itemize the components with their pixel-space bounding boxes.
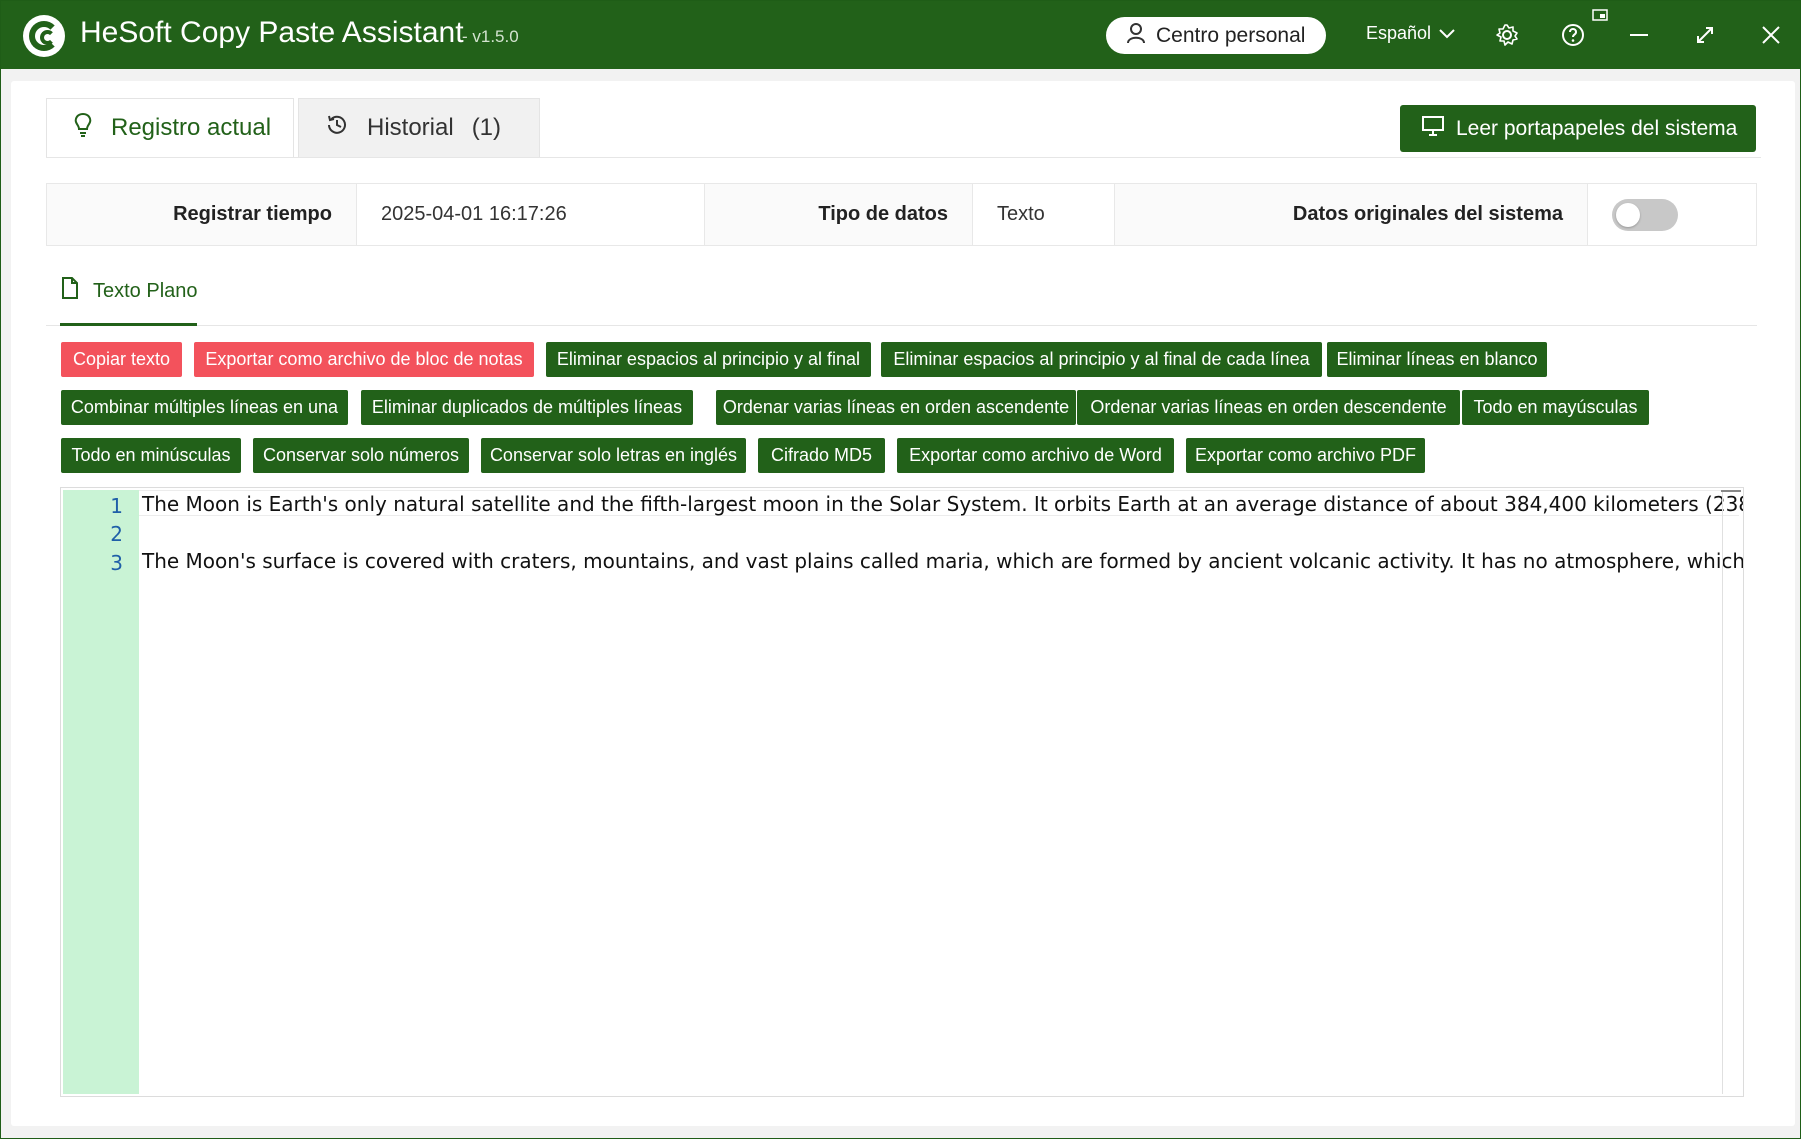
line-number: 3 <box>110 551 123 575</box>
main-panel: Registro actual Historial (1) Leer porta… <box>11 81 1795 1126</box>
close-icon[interactable] <box>1757 21 1785 49</box>
lightbulb-icon <box>73 112 93 145</box>
raw-data-cell <box>1588 184 1756 245</box>
trim-each-line-button[interactable]: Eliminar espacios al principio y al fina… <box>881 342 1322 377</box>
maximize-icon[interactable] <box>1691 21 1719 49</box>
md5-button[interactable]: Cifrado MD5 <box>758 438 885 473</box>
history-clock-icon <box>325 113 349 144</box>
app-title: HeSoft Copy Paste Assistant <box>80 16 464 49</box>
gear-icon[interactable] <box>1493 21 1521 49</box>
line-number-gutter: 1 2 3 <box>63 490 139 1094</box>
language-select[interactable]: Español <box>1366 23 1455 44</box>
app-version: - v1.5.0 <box>462 27 519 46</box>
export-pdf-button[interactable]: Exportar como archivo PDF <box>1186 438 1425 473</box>
uppercase-button[interactable]: Todo en mayúsculas <box>1462 390 1649 425</box>
tab-history-count: (1) <box>471 114 502 141</box>
text-editor[interactable]: 1 2 3 The Moon is Earth's only natural s… <box>60 487 1744 1097</box>
record-info-table: Registrar tiempo 2025-04-01 16:17:26 Tip… <box>46 183 1757 246</box>
app-logo-icon <box>23 15 65 57</box>
vertical-scrollbar[interactable] <box>1722 490 1723 1094</box>
line-number: 2 <box>110 522 123 546</box>
help-icon[interactable] <box>1559 21 1587 49</box>
export-word-button[interactable]: Exportar como archivo de Word <box>897 438 1174 473</box>
monitor-icon <box>1422 115 1444 142</box>
tab-history[interactable]: Historial (1) <box>298 98 540 158</box>
tab-current-record-label: Registro actual <box>111 114 272 141</box>
title-bar[interactable]: HeSoft Copy Paste Assistant - v1.5.0 Cen… <box>1 1 1800 69</box>
raw-data-label: Datos originales del sistema <box>1115 184 1588 245</box>
lowercase-button[interactable]: Todo en minúsculas <box>61 438 241 473</box>
tab-plain-text[interactable]: Texto Plano <box>61 277 198 305</box>
merge-lines-button[interactable]: Combinar múltiples líneas en una <box>61 390 348 425</box>
personal-center-button[interactable]: Centro personal <box>1106 17 1326 54</box>
sort-descending-button[interactable]: Ordenar varias líneas en orden descenden… <box>1077 390 1460 425</box>
personal-center-label: Centro personal <box>1156 23 1306 47</box>
trim-ends-button[interactable]: Eliminar espacios al principio y al fina… <box>546 342 871 377</box>
record-time-label: Registrar tiempo <box>47 184 357 245</box>
export-notepad-button[interactable]: Exportar como archivo de bloc de notas <box>194 342 534 377</box>
subtab-active-indicator <box>60 323 197 326</box>
read-clipboard-button[interactable]: Leer portapapeles del sistema <box>1400 105 1756 152</box>
record-time-value: 2025-04-01 16:17:26 <box>357 184 705 245</box>
raw-data-toggle[interactable] <box>1612 198 1678 231</box>
minimize-icon[interactable] <box>1625 21 1653 49</box>
editor-line: The Moon's surface is covered with crate… <box>142 549 1744 573</box>
copy-text-button[interactable]: Copiar texto <box>61 342 182 377</box>
scrollbar-thumb[interactable] <box>1721 490 1741 492</box>
subtab-divider <box>46 325 1757 326</box>
remove-blank-lines-button[interactable]: Eliminar líneas en blanco <box>1327 342 1547 377</box>
line-number: 1 <box>110 494 123 518</box>
tab-current-record[interactable]: Registro actual <box>46 98 294 158</box>
data-type-label: Tipo de datos <box>705 184 973 245</box>
read-clipboard-label: Leer portapapeles del sistema <box>1456 116 1738 140</box>
app-window: HeSoft Copy Paste Assistant - v1.5.0 Cen… <box>0 0 1801 1139</box>
tab-plain-text-label: Texto Plano <box>93 279 198 302</box>
keep-numbers-button[interactable]: Conservar solo números <box>253 438 469 473</box>
tab-history-label: Historial <box>367 114 454 141</box>
chevron-down-icon <box>1439 23 1455 44</box>
data-type-value: Texto <box>973 184 1115 245</box>
sort-ascending-button[interactable]: Ordenar varias líneas en orden ascendent… <box>716 390 1076 425</box>
user-icon <box>1126 22 1146 50</box>
document-icon <box>61 277 79 305</box>
pin-window-icon[interactable] <box>1591 7 1609 23</box>
remove-duplicates-button[interactable]: Eliminar duplicados de múltiples líneas <box>361 390 693 425</box>
keep-letters-button[interactable]: Conservar solo letras en inglés <box>481 438 746 473</box>
editor-line: The Moon is Earth's only natural satelli… <box>142 492 1744 516</box>
language-label: Español <box>1366 23 1432 43</box>
tabs-divider <box>46 157 1761 158</box>
